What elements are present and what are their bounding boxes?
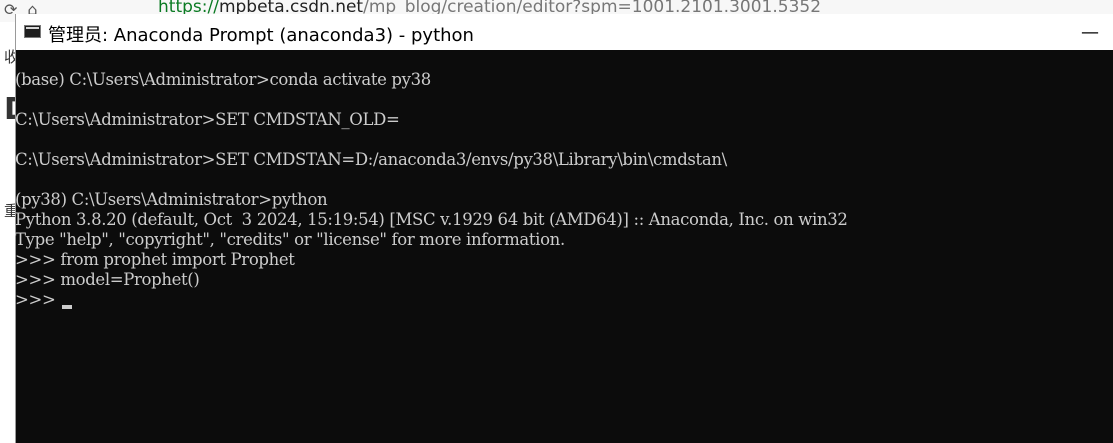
console-line: >>> model=Prophet() <box>15 270 200 289</box>
minimize-icon: — <box>1081 21 1099 43</box>
console-line: C:\Users\Administrator>SET CMDSTAN_OLD= <box>15 110 400 129</box>
console-line: (base) C:\Users\Administrator>conda acti… <box>15 70 431 89</box>
anaconda-prompt-window[interactable]: 管理员: Anaconda Prompt (anaconda3) - pytho… <box>15 14 1113 443</box>
console-line: Python 3.8.20 (default, Oct 3 2024, 15:1… <box>15 210 848 229</box>
console-line: Type "help", "copyright", "credits" or "… <box>15 230 565 249</box>
title-bar[interactable]: 管理员: Anaconda Prompt (anaconda3) - pytho… <box>16 14 1113 50</box>
console-line: >>> from prophet import Prophet <box>15 250 295 269</box>
prompt-marker: >>> <box>15 290 61 309</box>
console-icon <box>24 25 41 38</box>
console-line: C:\Users\Administrator>SET CMDSTAN=D:/an… <box>15 150 727 169</box>
console-output[interactable]: (base) C:\Users\Administrator>conda acti… <box>15 50 1113 443</box>
console-line: (py38) C:\Users\Administrator>python <box>15 190 328 209</box>
minimize-button[interactable]: — <box>1067 14 1113 50</box>
active-prompt-line[interactable]: >>> <box>15 290 1113 310</box>
window-title: 管理员: Anaconda Prompt (anaconda3) - pytho… <box>48 25 474 46</box>
text-cursor <box>62 305 73 309</box>
